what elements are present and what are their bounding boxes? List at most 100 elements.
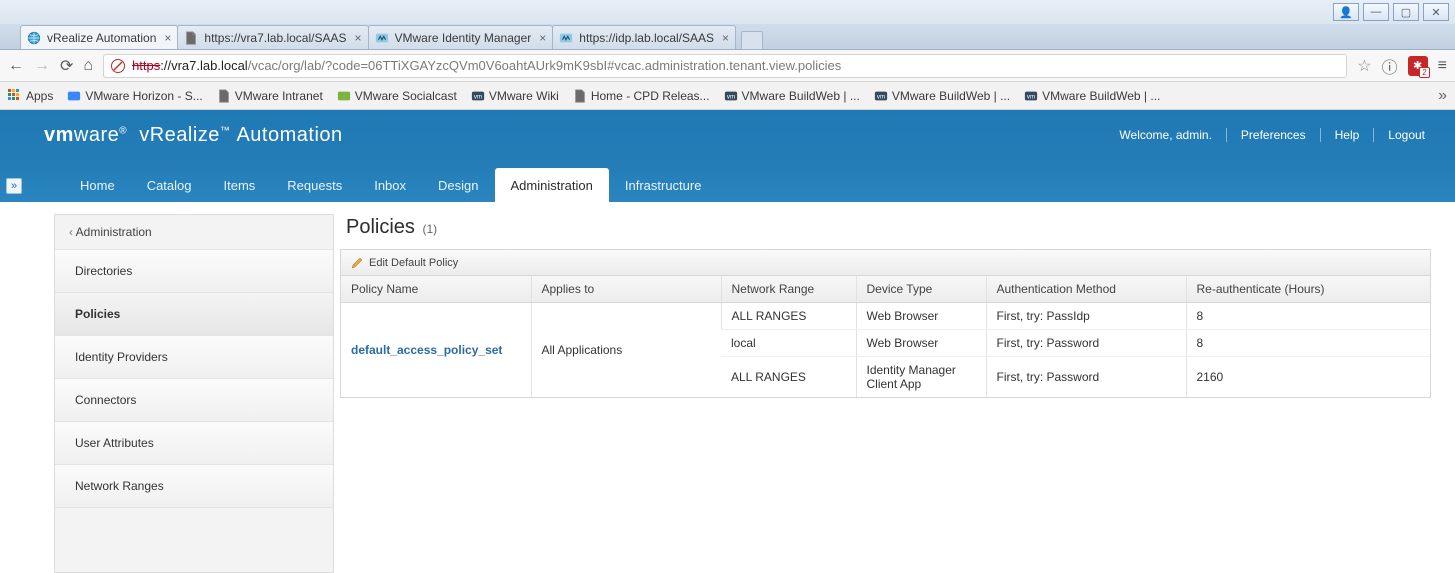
policy-name-link[interactable]: default_access_policy_set [351,343,502,357]
vm-icon: vm [471,89,485,103]
cell-range: ALL RANGES [721,303,856,330]
window-close-button[interactable]: ✕ [1423,3,1449,21]
bookmark-item[interactable]: vmVMware BuildWeb | ... [1024,89,1160,103]
window-minimize-button[interactable]: — [1363,3,1389,21]
cell-auth: First, try: PassIdp [986,303,1186,330]
home-button[interactable]: ⌂ [83,57,93,75]
col-network-range[interactable]: Network Range [721,276,856,303]
info-icon[interactable]: ⓘ [1382,54,1398,78]
sidebar-item-policies[interactable]: Policies [55,293,333,336]
app-content: Administration Directories Policies Iden… [0,202,1455,573]
tab-requests[interactable]: Requests [271,168,358,202]
sidebar-item-user-attributes[interactable]: User Attributes [55,422,333,465]
sidebar-item-network-ranges[interactable]: Network Ranges [55,465,333,508]
forward-button[interactable]: → [34,57,50,75]
cell-device: Web Browser [856,303,986,330]
tab-items[interactable]: Items [208,168,272,202]
apps-label: Apps [26,89,53,103]
browser-tab-1[interactable]: vRealize Automation × [20,25,178,49]
bookmarks-overflow-icon[interactable]: » [1438,87,1447,105]
tab-catalog[interactable]: Catalog [131,168,208,202]
page-icon [217,89,231,103]
cell-device: Identity Manager Client App [856,357,986,398]
col-auth-method[interactable]: Authentication Method [986,276,1186,303]
bookmark-item[interactable]: VMware Horizon - S... [67,89,202,103]
bookmarks-bar: Apps VMware Horizon - S... VMware Intran… [0,82,1455,110]
sidebar-breadcrumb[interactable]: Administration [55,215,333,250]
bookmark-item[interactable]: vm VMware BuildWeb | ... [874,89,1010,103]
security-warning-icon [110,58,126,74]
welcome-text: Welcome, admin. [1119,128,1211,142]
window-user-button[interactable]: 👤 [1333,3,1359,21]
window-maximize-button[interactable]: ▢ [1393,3,1419,21]
apps-button[interactable]: Apps [8,89,53,103]
url-scheme: https [132,58,160,73]
bookmark-item[interactable]: vmVMware Wiki [471,89,559,103]
bookmark-label: VMware Socialcast [355,89,457,103]
col-reauth[interactable]: Re-authenticate (Hours) [1186,276,1430,303]
bookmark-star-icon[interactable]: ☆ [1357,56,1371,76]
browser-tab-label: https://vra7.lab.local/SAAS [204,31,346,45]
tab-inbox[interactable]: Inbox [358,168,422,202]
browser-tab-3[interactable]: VMware Identity Manager × [368,25,554,49]
apps-icon [8,89,22,103]
col-device-type[interactable]: Device Type [856,276,986,303]
sidebar-item-identity-providers[interactable]: Identity Providers [55,336,333,379]
tab-administration[interactable]: Administration [495,168,609,202]
help-link[interactable]: Help [1335,128,1360,142]
tab-design[interactable]: Design [422,168,494,202]
tab-infrastructure[interactable]: Infrastructure [609,168,718,202]
window-controls-bar: 👤 — ▢ ✕ [0,0,1455,24]
browser-tabstrip: vRealize Automation × https://vra7.lab.l… [0,24,1455,50]
bookmark-label: VMware Intranet [235,89,323,103]
close-icon[interactable]: × [164,31,171,45]
preferences-link[interactable]: Preferences [1241,128,1306,142]
page-title: Policies (1) [346,216,1431,239]
new-tab-button[interactable] [741,31,763,49]
app-header: vmware® vRealize™ Automation Welcome, ad… [0,110,1455,202]
header-user-menu: Welcome, admin. Preferences Help Logout [1119,128,1425,142]
close-icon[interactable]: × [722,31,729,45]
vmware-icon [337,89,351,103]
vm-icon: vm [874,89,888,103]
vmware-icon [559,31,573,45]
extension-badge[interactable]: ✱ [1408,56,1428,76]
chrome-menu-icon[interactable]: ≡ [1438,57,1447,75]
main-panel: Policies (1) Edit Default Policy Policy … [340,214,1431,573]
bookmark-item[interactable]: Home - CPD Releas... [573,89,710,103]
address-bar[interactable]: https ://vra7.lab.local /vcac/org/lab/?c… [103,54,1347,78]
page-count: (1) [422,222,437,236]
col-policy-name[interactable]: Policy Name [341,276,531,303]
cell-reauth: 8 [1186,330,1430,357]
vmware-icon [375,31,389,45]
tab-home[interactable]: Home [64,168,131,202]
cell-range: ALL RANGES [721,357,856,398]
page-icon [184,31,198,45]
reload-button[interactable]: ⟳ [60,56,73,76]
bookmark-item[interactable]: VMware Socialcast [337,89,457,103]
close-icon[interactable]: × [355,31,362,45]
edit-default-policy-button[interactable]: Edit Default Policy [341,250,1430,276]
expand-sidebar-toggle[interactable]: » [6,178,22,194]
bookmark-item[interactable]: VMware Intranet [217,89,323,103]
bookmark-item[interactable]: vmVMware BuildWeb | ... [724,89,860,103]
cell-auth: First, try: Password [986,330,1186,357]
app-tabs: Home Catalog Items Requests Inbox Design… [0,160,1455,202]
bookmark-label: VMware BuildWeb | ... [892,89,1010,103]
bookmark-label: VMware BuildWeb | ... [1042,89,1160,103]
svg-text:vm: vm [474,93,482,100]
url-host: ://vra7.lab.local [160,58,247,73]
close-icon[interactable]: × [539,31,546,45]
svg-text:vm: vm [726,93,734,100]
vrealize-app: » vmware® vRealize™ Automation Welcome, … [0,110,1455,573]
back-button[interactable]: ← [8,57,24,75]
browser-tab-label: https://idp.lab.local/SAAS [579,31,714,45]
browser-tab-4[interactable]: https://idp.lab.local/SAAS × [552,25,736,49]
sidebar-item-directories[interactable]: Directories [55,250,333,293]
logout-link[interactable]: Logout [1388,128,1425,142]
sidebar-item-connectors[interactable]: Connectors [55,379,333,422]
col-applies-to[interactable]: Applies to [531,276,721,303]
browser-tab-label: VMware Identity Manager [395,31,532,45]
pencil-icon [351,257,363,269]
browser-tab-2[interactable]: https://vra7.lab.local/SAAS × [177,25,368,49]
